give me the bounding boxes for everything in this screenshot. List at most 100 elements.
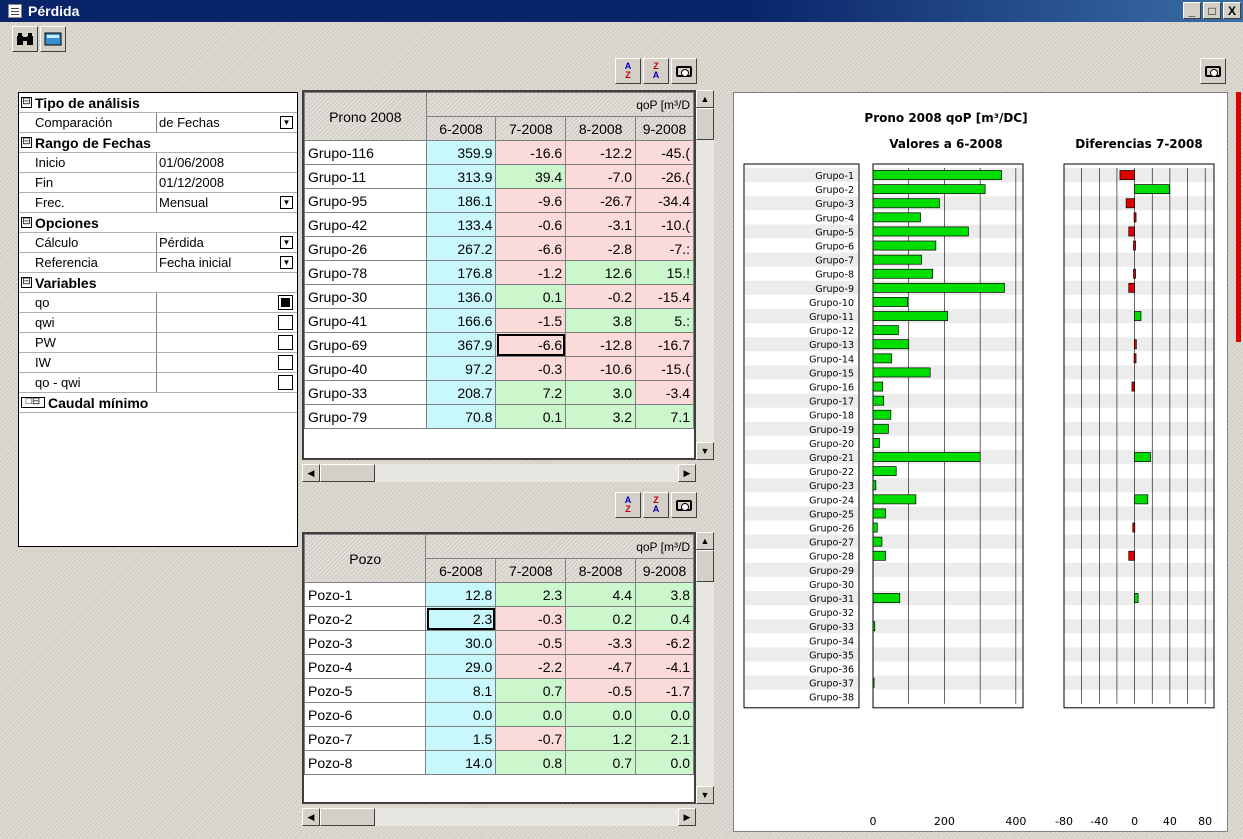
snapshot-button-2[interactable] — [671, 492, 697, 518]
scroll-down-icon[interactable]: ▼ — [696, 442, 714, 460]
table-cell[interactable]: -45.( — [635, 140, 694, 165]
collapse-toggle-icon[interactable]: ⊟ — [21, 97, 32, 108]
table-cell[interactable]: -2.8 — [565, 236, 637, 261]
sort-asc-button-2[interactable]: AZ — [615, 492, 641, 518]
row-label[interactable]: Grupo-11 — [304, 164, 427, 189]
table-cell[interactable]: -1.2 — [495, 260, 567, 285]
table-cell[interactable]: 0.0 — [635, 702, 694, 727]
table-cell[interactable]: 7.1 — [635, 404, 694, 429]
scroll-up-icon[interactable]: ▲ — [696, 90, 714, 108]
table-cell[interactable]: 1.2 — [565, 726, 636, 751]
table-cell[interactable]: -12.8 — [565, 332, 637, 357]
table-row[interactable]: Pozo-1 12.8 2.3 4.4 3.8 — [304, 582, 694, 607]
table-cell[interactable]: -4.7 — [565, 654, 636, 679]
minimize-button[interactable]: _ — [1183, 2, 1201, 19]
table-cell[interactable]: -0.3 — [495, 356, 567, 381]
property-value[interactable]: de Fechas ▼ — [157, 113, 297, 132]
table-cell[interactable]: 8.1 — [425, 678, 497, 703]
dropdown-arrow-icon[interactable]: ▼ — [280, 236, 293, 249]
row-label[interactable]: Pozo-4 — [304, 654, 427, 679]
wells-grid-hscroll[interactable]: ◀ ▶ — [302, 808, 696, 826]
section-header[interactable]: □⊟ Caudal mínimo — [19, 393, 297, 413]
collapse-toggle-icon[interactable]: □⊟ — [21, 397, 45, 408]
table-cell[interactable]: 0.0 — [495, 702, 567, 727]
table-cell[interactable]: 70.8 — [425, 404, 497, 429]
table-row[interactable]: Grupo-95 186.1 -9.6 -26.7 -34.4 — [304, 188, 694, 213]
row-label[interactable]: Grupo-26 — [304, 236, 427, 261]
table-cell[interactable]: -0.6 — [495, 212, 567, 237]
checkbox[interactable] — [278, 335, 293, 350]
dropdown-arrow-icon[interactable]: ▼ — [280, 256, 293, 269]
table-cell[interactable]: 367.9 — [425, 332, 497, 357]
table-row[interactable]: Pozo-5 8.1 0.7 -0.5 -1.7 — [304, 678, 694, 703]
table-cell[interactable]: 3.8 — [565, 308, 637, 333]
table-cell[interactable]: 30.0 — [425, 630, 497, 655]
table-cell[interactable]: 0.7 — [495, 678, 567, 703]
sort-desc-button-2[interactable]: ZA — [643, 492, 669, 518]
table-cell[interactable]: 2.3 — [425, 606, 497, 631]
property-value[interactable]: 01/12/2008 — [157, 173, 297, 192]
dropdown-arrow-icon[interactable]: ▼ — [280, 196, 293, 209]
find-button[interactable] — [12, 26, 38, 52]
column-header[interactable]: 7-2008 — [495, 116, 567, 141]
row-label[interactable]: Grupo-69 — [304, 332, 427, 357]
table-cell[interactable]: 3.2 — [565, 404, 637, 429]
table-cell[interactable]: 29.0 — [425, 654, 497, 679]
collapse-toggle-icon[interactable]: ⊟ — [21, 277, 32, 288]
checkbox[interactable] — [278, 375, 293, 390]
snapshot-button-1[interactable] — [671, 58, 697, 84]
table-cell[interactable]: 176.8 — [425, 260, 497, 285]
row-label[interactable]: Grupo-40 — [304, 356, 427, 381]
table-row[interactable]: Grupo-30 136.0 0.1 -0.2 -15.4 — [304, 284, 694, 309]
table-cell[interactable]: -0.5 — [495, 630, 567, 655]
row-label[interactable]: Grupo-33 — [304, 380, 427, 405]
property-value[interactable]: Fecha inicial ▼ — [157, 253, 297, 272]
table-row[interactable]: Grupo-11 313.9 39.4 -7.0 -26.( — [304, 164, 694, 189]
scroll-left-icon[interactable]: ◀ — [302, 808, 320, 826]
property-value[interactable]: Pérdida ▼ — [157, 233, 297, 252]
row-label[interactable]: Pozo-5 — [304, 678, 427, 703]
groups-grid-vscroll[interactable]: ▲ ▼ — [696, 90, 714, 460]
table-cell[interactable]: 0.8 — [495, 750, 567, 775]
row-label[interactable]: Pozo-8 — [304, 750, 427, 775]
row-label[interactable]: Pozo-2 — [304, 606, 427, 631]
row-label[interactable]: Grupo-42 — [304, 212, 427, 237]
table-cell[interactable]: -4.1 — [635, 654, 694, 679]
property-value[interactable]: Mensual ▼ — [157, 193, 297, 212]
table-cell[interactable]: 313.9 — [425, 164, 497, 189]
table-row[interactable]: Pozo-7 1.5 -0.7 1.2 2.1 — [304, 726, 694, 751]
scroll-thumb[interactable] — [320, 464, 375, 482]
table-cell[interactable]: 12.8 — [425, 582, 497, 607]
table-row[interactable]: Pozo-6 0.0 0.0 0.0 0.0 — [304, 702, 694, 727]
groups-grid-hscroll[interactable]: ◀ ▶ — [302, 464, 696, 482]
scroll-thumb[interactable] — [320, 808, 375, 826]
table-cell[interactable]: -1.5 — [495, 308, 567, 333]
table-cell[interactable]: -3.4 — [635, 380, 694, 405]
table-cell[interactable]: 2.3 — [495, 582, 567, 607]
section-header[interactable]: ⊟ Variables — [19, 273, 297, 293]
table-cell[interactable]: -34.4 — [635, 188, 694, 213]
row-label[interactable]: Grupo-41 — [304, 308, 427, 333]
scroll-left-icon[interactable]: ◀ — [302, 464, 320, 482]
column-header[interactable]: 9-2008 — [635, 558, 694, 583]
table-row[interactable]: Grupo-78 176.8 -1.2 12.6 15.! — [304, 260, 694, 285]
collapse-toggle-icon[interactable]: ⊟ — [21, 137, 32, 148]
table-cell[interactable]: -15.( — [635, 356, 694, 381]
table-row[interactable]: Pozo-8 14.0 0.8 0.7 0.0 — [304, 750, 694, 775]
table-cell[interactable]: 15.! — [635, 260, 694, 285]
table-cell[interactable]: -6.6 — [495, 236, 567, 261]
row-label[interactable]: Pozo-1 — [304, 582, 427, 607]
row-label[interactable]: Grupo-30 — [304, 284, 427, 309]
table-row[interactable]: Pozo-3 30.0 -0.5 -3.3 -6.2 — [304, 630, 694, 655]
table-cell[interactable]: 133.4 — [425, 212, 497, 237]
table-row[interactable]: Grupo-26 267.2 -6.6 -2.8 -7.: — [304, 236, 694, 261]
table-cell[interactable]: 3.8 — [635, 582, 694, 607]
table-cell[interactable]: -10.6 — [565, 356, 637, 381]
table-cell[interactable]: -6.6 — [495, 332, 567, 357]
table-cell[interactable]: 166.6 — [425, 308, 497, 333]
table-cell[interactable]: 359.9 — [425, 140, 497, 165]
checkbox[interactable] — [278, 315, 293, 330]
table-row[interactable]: Grupo-116 359.9 -16.6 -12.2 -45.( — [304, 140, 694, 165]
table-cell[interactable]: 97.2 — [425, 356, 497, 381]
row-label[interactable]: Grupo-78 — [304, 260, 427, 285]
